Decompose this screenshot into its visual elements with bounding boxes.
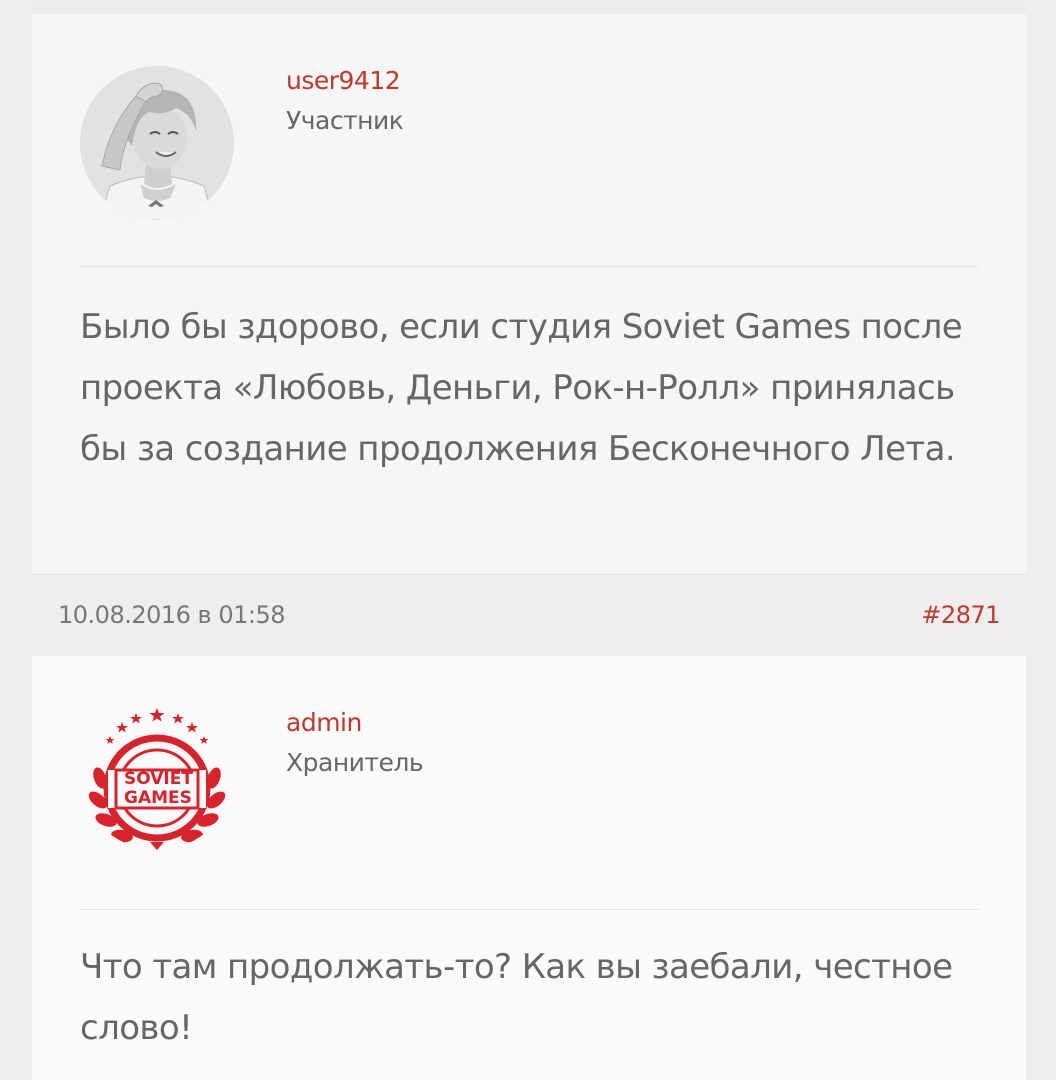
logo-text-line2: GAMES <box>124 788 192 808</box>
admin-avatar[interactable]: SOVIET GAMES <box>80 696 234 850</box>
comment-post: SOVIET GAMES admin Хранитель Что там про… <box>32 656 1026 1080</box>
logo-text-line1: SOVIET <box>124 769 193 789</box>
comment-thread: user9412 Участник Было бы здорово, если … <box>0 0 1056 1080</box>
post-username[interactable]: admin <box>286 708 362 737</box>
post-number-link[interactable]: #2871 <box>921 601 1000 629</box>
post-divider <box>80 266 978 267</box>
user-avatar[interactable] <box>80 66 234 220</box>
comment-post: user9412 Участник Было бы здорово, если … <box>32 0 1026 574</box>
post-username[interactable]: user9412 <box>286 66 401 95</box>
post-meta-bar: 10.08.2016 в 01:58 #2871 <box>32 574 1026 656</box>
post-date: 10.08.2016 в 01:58 <box>58 601 285 629</box>
post-body-text: Было бы здорово, если студия Soviet Game… <box>80 307 963 469</box>
anime-girl-avatar-icon <box>80 66 234 220</box>
post-user-role: Хранитель <box>286 748 424 777</box>
post-body-text: Что там продолжать-то? Как вы заебали, ч… <box>80 947 953 1048</box>
post-divider <box>80 909 978 910</box>
post-user-role: Участник <box>286 106 404 135</box>
